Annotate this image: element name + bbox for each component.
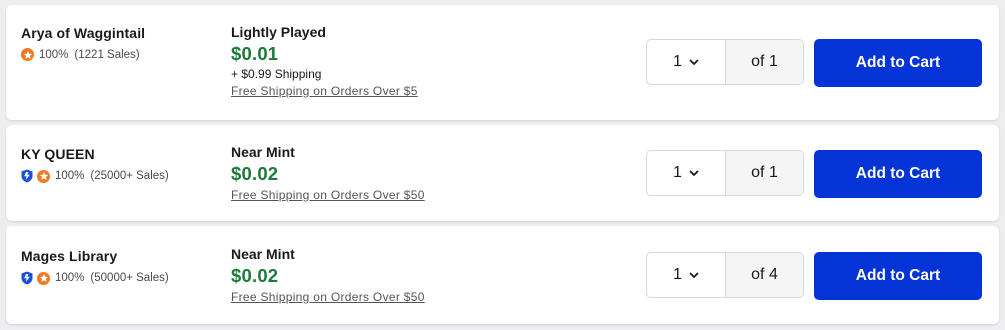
quantity-value: 1 (673, 266, 682, 283)
quantity-group: 1 of 4 (646, 252, 804, 298)
star-icon (37, 271, 50, 285)
available-quantity: of 4 (726, 253, 803, 297)
seller-rating: 100% (50000+ Sales) (21, 271, 169, 285)
verified-seller-icon (21, 169, 33, 183)
free-shipping-link[interactable]: Free Shipping on Orders Over $50 (231, 290, 425, 304)
seller-name-link[interactable]: Arya of Waggintail (21, 25, 145, 41)
listing-card: Mages Library 100% (50000+ Sales) Near M… (6, 226, 999, 324)
rating-percent: 100% (55, 272, 85, 284)
verified-seller-icon (21, 271, 33, 285)
listing-info: Near Mint $0.02 Free Shipping on Orders … (231, 144, 425, 202)
seller-info: Arya of Waggintail 100% (1221 Sales) (21, 25, 145, 61)
listing-card: Arya of Waggintail 100% (1221 Sales) Lig… (6, 5, 999, 120)
rating-percent: 100% (39, 48, 69, 61)
quantity-select[interactable]: 1 (647, 151, 726, 195)
seller-info: Mages Library 100% (50000+ Sales) (21, 248, 169, 285)
chevron-down-icon (689, 164, 699, 182)
price: $0.02 (231, 163, 279, 184)
listing-info: Near Mint $0.02 Free Shipping on Orders … (231, 246, 425, 304)
quantity-select[interactable]: 1 (647, 40, 726, 84)
condition-label: Near Mint (231, 246, 295, 262)
quantity-value: 1 (673, 164, 682, 181)
seller-info: KY QUEEN 100% (25000+ Sales) (21, 146, 169, 183)
price: $0.02 (231, 265, 279, 286)
listing-card: KY QUEEN 100% (25000+ Sales) Near Mint $… (6, 125, 999, 221)
shipping-cost: + $0.99 Shipping (231, 67, 322, 81)
sales-count: (50000+ Sales) (90, 272, 169, 284)
chevron-down-icon (689, 53, 699, 71)
condition-label: Near Mint (231, 144, 295, 160)
seller-name-link[interactable]: KY QUEEN (21, 146, 169, 162)
condition-label: Lightly Played (231, 24, 326, 40)
star-icon (37, 169, 50, 183)
add-to-cart-button[interactable]: Add to Cart (814, 39, 982, 87)
quantity-group: 1 of 1 (646, 39, 804, 85)
quantity-group: 1 of 1 (646, 150, 804, 196)
star-icon (21, 48, 34, 61)
free-shipping-link[interactable]: Free Shipping on Orders Over $5 (231, 84, 418, 98)
sales-count: (1221 Sales) (74, 48, 140, 61)
seller-name-link[interactable]: Mages Library (21, 248, 169, 264)
rating-percent: 100% (55, 170, 85, 182)
available-quantity: of 1 (726, 151, 803, 195)
quantity-value: 1 (673, 53, 682, 70)
quantity-select[interactable]: 1 (647, 253, 726, 297)
add-to-cart-button[interactable]: Add to Cart (814, 150, 982, 198)
chevron-down-icon (689, 266, 699, 284)
available-quantity: of 1 (726, 40, 803, 84)
price: $0.01 (231, 43, 279, 64)
add-to-cart-button[interactable]: Add to Cart (814, 252, 982, 300)
seller-rating: 100% (1221 Sales) (21, 48, 145, 61)
free-shipping-link[interactable]: Free Shipping on Orders Over $50 (231, 188, 425, 202)
sales-count: (25000+ Sales) (90, 170, 169, 182)
listing-info: Lightly Played $0.01 + $0.99 Shipping Fr… (231, 24, 418, 98)
seller-rating: 100% (25000+ Sales) (21, 169, 169, 183)
